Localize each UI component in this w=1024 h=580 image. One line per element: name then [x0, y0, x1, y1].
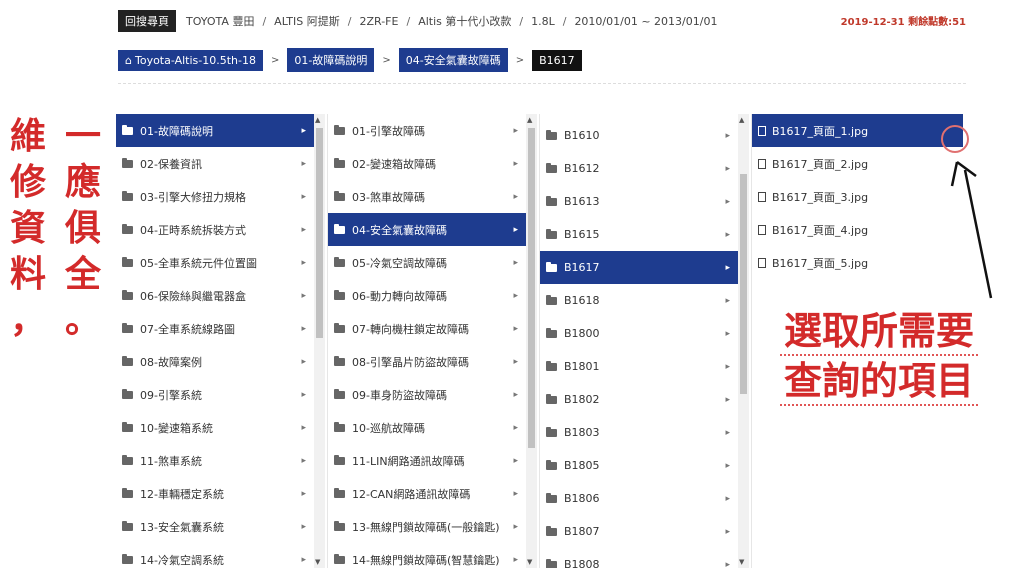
pointer-arrow-head: [950, 160, 977, 187]
pointer-arrow: [963, 169, 993, 299]
pointer-annotation: [941, 125, 993, 299]
highlight-circle: [941, 125, 969, 153]
